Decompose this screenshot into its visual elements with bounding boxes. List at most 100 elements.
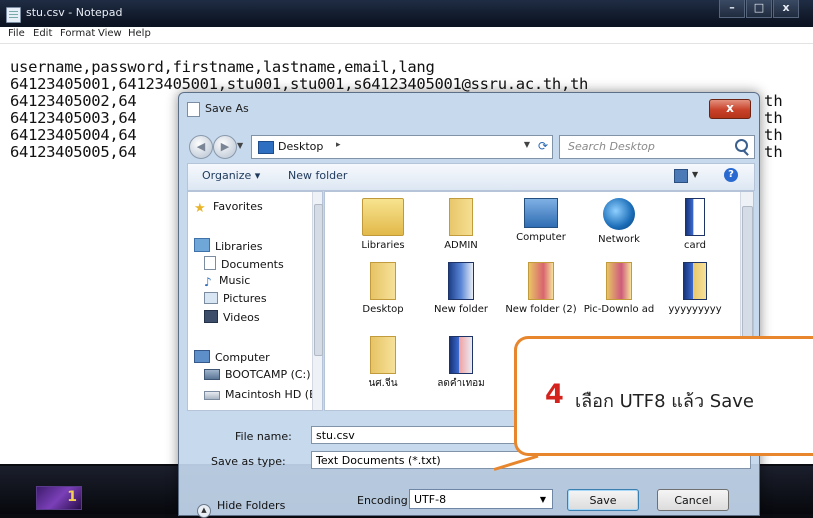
- file-item-desktop[interactable]: Desktop: [343, 262, 423, 316]
- csv-row-1: 64123405001,64123405001,stu001,stu001,s6…: [10, 75, 589, 93]
- csv-row-3-tail: th: [764, 109, 783, 127]
- computer-icon: [194, 350, 210, 363]
- nav-scrollbar[interactable]: [312, 192, 323, 410]
- file-item-new-folder-2[interactable]: New folder (2): [501, 262, 581, 316]
- folder-icon: [448, 262, 474, 300]
- menu-help[interactable]: Help: [128, 28, 151, 39]
- drive-icon: [204, 369, 220, 380]
- notepad-titlebar[interactable]: stu.csv - Notepad – □ x: [0, 0, 813, 27]
- menu-view[interactable]: View: [98, 28, 122, 39]
- user-folder-icon: [449, 198, 473, 236]
- dialog-document-icon: [187, 102, 200, 117]
- minimize-button[interactable]: –: [719, 0, 745, 18]
- csv-row-4: 64123405004,64: [10, 126, 137, 144]
- documents-icon: [204, 256, 216, 270]
- instruction-text: เลือก UTF8 แล้ว Save: [575, 391, 754, 412]
- libraries-icon: [362, 198, 404, 236]
- chevron-down-icon: ▼: [539, 495, 546, 504]
- taskbar-app-thumbnail[interactable]: 1: [36, 486, 82, 510]
- file-item-new-folder[interactable]: New folder: [421, 262, 501, 316]
- encoding-label: Encoding:: [357, 494, 412, 507]
- music-icon: ♪: [204, 275, 212, 289]
- dialog-close-button[interactable]: x: [709, 99, 751, 119]
- file-item-card[interactable]: card: [655, 198, 735, 252]
- nav-computer[interactable]: Computer: [194, 350, 270, 364]
- navigation-pane: ★ Favorites Libraries Documents ♪ Music Pi…: [187, 191, 323, 411]
- search-icon[interactable]: [735, 139, 748, 152]
- encoding-value: UTF-8: [414, 493, 447, 506]
- pictures-icon: [204, 292, 218, 304]
- dialog-toolbar: Organize ▾ New folder ▼ ?: [187, 163, 755, 191]
- menu-edit[interactable]: Edit: [33, 28, 52, 39]
- encoding-select[interactable]: UTF-8 ▼: [409, 489, 553, 509]
- address-location[interactable]: Desktop: [278, 140, 323, 153]
- nav-bootcamp-drive[interactable]: BOOTCAMP (C:): [204, 368, 311, 381]
- nav-videos[interactable]: Videos: [204, 310, 260, 324]
- file-item-network[interactable]: Network: [579, 198, 659, 246]
- csv-row-3: 64123405003,64: [10, 109, 137, 127]
- breadcrumb-separator-icon[interactable]: ▸: [336, 140, 341, 150]
- csv-row-2-tail: th: [764, 92, 783, 110]
- folder-icon: [370, 262, 396, 300]
- menu-format[interactable]: Format: [60, 28, 95, 39]
- libraries-icon: [194, 238, 210, 252]
- hide-folders-toggle[interactable]: ▲ Hide Folders: [197, 499, 285, 518]
- file-item-admin[interactable]: ADMIN: [421, 198, 501, 252]
- view-dropdown-icon[interactable]: ▼: [692, 170, 698, 179]
- close-button[interactable]: x: [773, 0, 799, 18]
- organize-button[interactable]: Organize ▾: [202, 169, 260, 182]
- file-item-thai-folder-2[interactable]: ลดคำเทอม: [421, 336, 501, 390]
- step-number: 4: [545, 379, 564, 410]
- forward-arrow-icon[interactable]: ▶: [213, 135, 237, 159]
- back-arrow-icon[interactable]: ◀: [189, 135, 213, 159]
- file-item-pic-download[interactable]: Pic-Downlo ad: [579, 262, 659, 316]
- book-icon: [683, 262, 707, 300]
- folder-icon: [606, 262, 632, 300]
- file-item-computer[interactable]: Computer: [501, 198, 581, 244]
- view-mode-icon[interactable]: [674, 169, 688, 183]
- cancel-button[interactable]: Cancel: [657, 489, 729, 511]
- address-dropdown-icon[interactable]: ▼: [524, 140, 530, 149]
- nav-macintosh-drive[interactable]: Macintosh HD (E: [204, 388, 316, 401]
- help-icon[interactable]: ?: [724, 168, 738, 182]
- videos-icon: [204, 310, 218, 323]
- computer-icon: [524, 198, 558, 228]
- network-icon: [603, 198, 635, 230]
- instruction-callout: 4 เลือก UTF8 แล้ว Save: [514, 336, 813, 456]
- search-input[interactable]: Search Desktop: [568, 140, 655, 153]
- notepad-menubar: File Edit Format View Help: [0, 27, 813, 44]
- nav-documents[interactable]: Documents: [204, 256, 284, 271]
- nav-favorites[interactable]: ★ Favorites: [194, 200, 263, 217]
- menu-file[interactable]: File: [8, 28, 25, 39]
- book-icon: [449, 336, 473, 374]
- csv-row-5: 64123405005,64: [10, 143, 137, 161]
- dialog-title: Save As: [205, 102, 249, 115]
- file-item-yyyy[interactable]: yyyyyyyyy: [655, 262, 735, 316]
- csv-row-4-tail: th: [764, 126, 783, 144]
- file-item-libraries[interactable]: Libraries: [343, 198, 423, 252]
- refresh-icon[interactable]: ⟳: [538, 139, 548, 153]
- csv-row-5-tail: th: [764, 143, 783, 161]
- window-controls: – □ x: [718, 0, 799, 20]
- nav-music[interactable]: ♪ Music: [204, 274, 250, 288]
- nav-libraries[interactable]: Libraries: [194, 238, 263, 253]
- address-bar[interactable]: Desktop ▸ ▼ ⟳: [251, 135, 553, 159]
- book-icon: [685, 198, 705, 236]
- drive-icon: [204, 391, 220, 400]
- collapse-arrow-icon: ▲: [197, 504, 211, 518]
- new-folder-button[interactable]: New folder: [288, 169, 347, 182]
- maximize-button[interactable]: □: [746, 0, 772, 18]
- save-as-type-label: Save as type:: [211, 455, 286, 468]
- search-box[interactable]: Search Desktop: [559, 135, 755, 159]
- nav-pictures[interactable]: Pictures: [204, 292, 267, 305]
- history-dropdown-icon[interactable]: ▼: [237, 141, 243, 150]
- csv-row-2: 64123405002,64: [10, 92, 137, 110]
- notepad-window-title: stu.csv - Notepad: [26, 6, 123, 19]
- folder-icon: [528, 262, 554, 300]
- save-button[interactable]: Save: [567, 489, 639, 511]
- notepad-app-icon: [6, 7, 21, 23]
- file-item-thai-folder-1[interactable]: นศ.จีน: [343, 336, 423, 390]
- file-name-label: File name:: [235, 430, 292, 443]
- nav-scroll-thumb[interactable]: [314, 204, 323, 356]
- csv-header-line: username,password,firstname,lastname,ema…: [10, 58, 435, 76]
